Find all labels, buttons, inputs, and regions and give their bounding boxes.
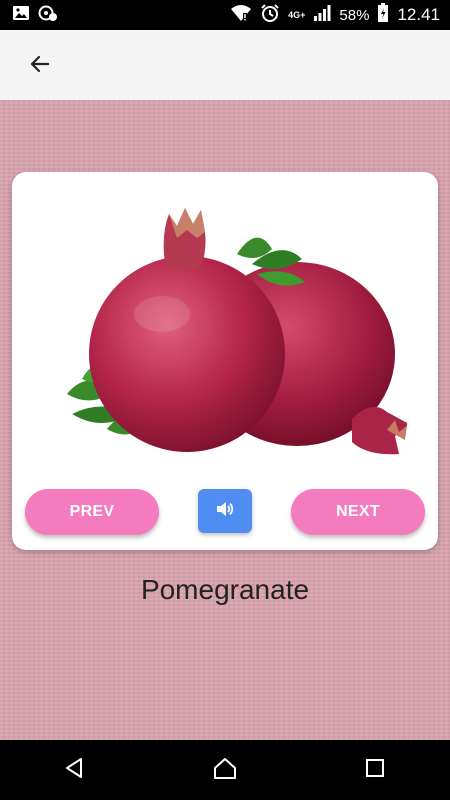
sound-button[interactable] bbox=[198, 489, 252, 533]
signal-icon bbox=[313, 4, 331, 27]
nav-home-button[interactable] bbox=[205, 750, 245, 790]
back-button[interactable] bbox=[22, 48, 58, 84]
prev-label: PREV bbox=[69, 503, 115, 520]
speaker-icon bbox=[215, 500, 235, 523]
clock: 12.41 bbox=[397, 5, 440, 24]
next-button[interactable]: NEXT bbox=[291, 489, 425, 535]
next-label: NEXT bbox=[336, 503, 380, 520]
prev-button[interactable]: PREV bbox=[25, 489, 159, 535]
fruit-name: Pomegranate bbox=[140, 574, 310, 605]
battery-icon bbox=[377, 2, 389, 28]
nav-back-button[interactable] bbox=[55, 750, 95, 790]
status-bar: 4G+ 58% 12.41 bbox=[0, 0, 450, 30]
alarm-icon bbox=[260, 3, 280, 28]
navigation-bar bbox=[0, 740, 450, 800]
content-area: PREV NEXT Pomegranate bbox=[0, 100, 450, 740]
wifi-icon bbox=[230, 4, 252, 27]
network-type: 4G+ bbox=[288, 9, 306, 20]
recents-square-icon bbox=[364, 757, 386, 784]
battery-percent: 58% bbox=[339, 6, 370, 24]
back-triangle-icon bbox=[63, 756, 87, 785]
image-icon bbox=[12, 5, 30, 26]
app-bar bbox=[0, 30, 450, 100]
home-icon bbox=[212, 756, 238, 785]
fruit-card: PREV NEXT bbox=[12, 172, 438, 550]
pomegranate-image bbox=[67, 208, 407, 455]
nav-recents-button[interactable] bbox=[355, 750, 395, 790]
arrow-left-icon bbox=[28, 52, 52, 81]
app-notification-icon bbox=[38, 4, 58, 27]
